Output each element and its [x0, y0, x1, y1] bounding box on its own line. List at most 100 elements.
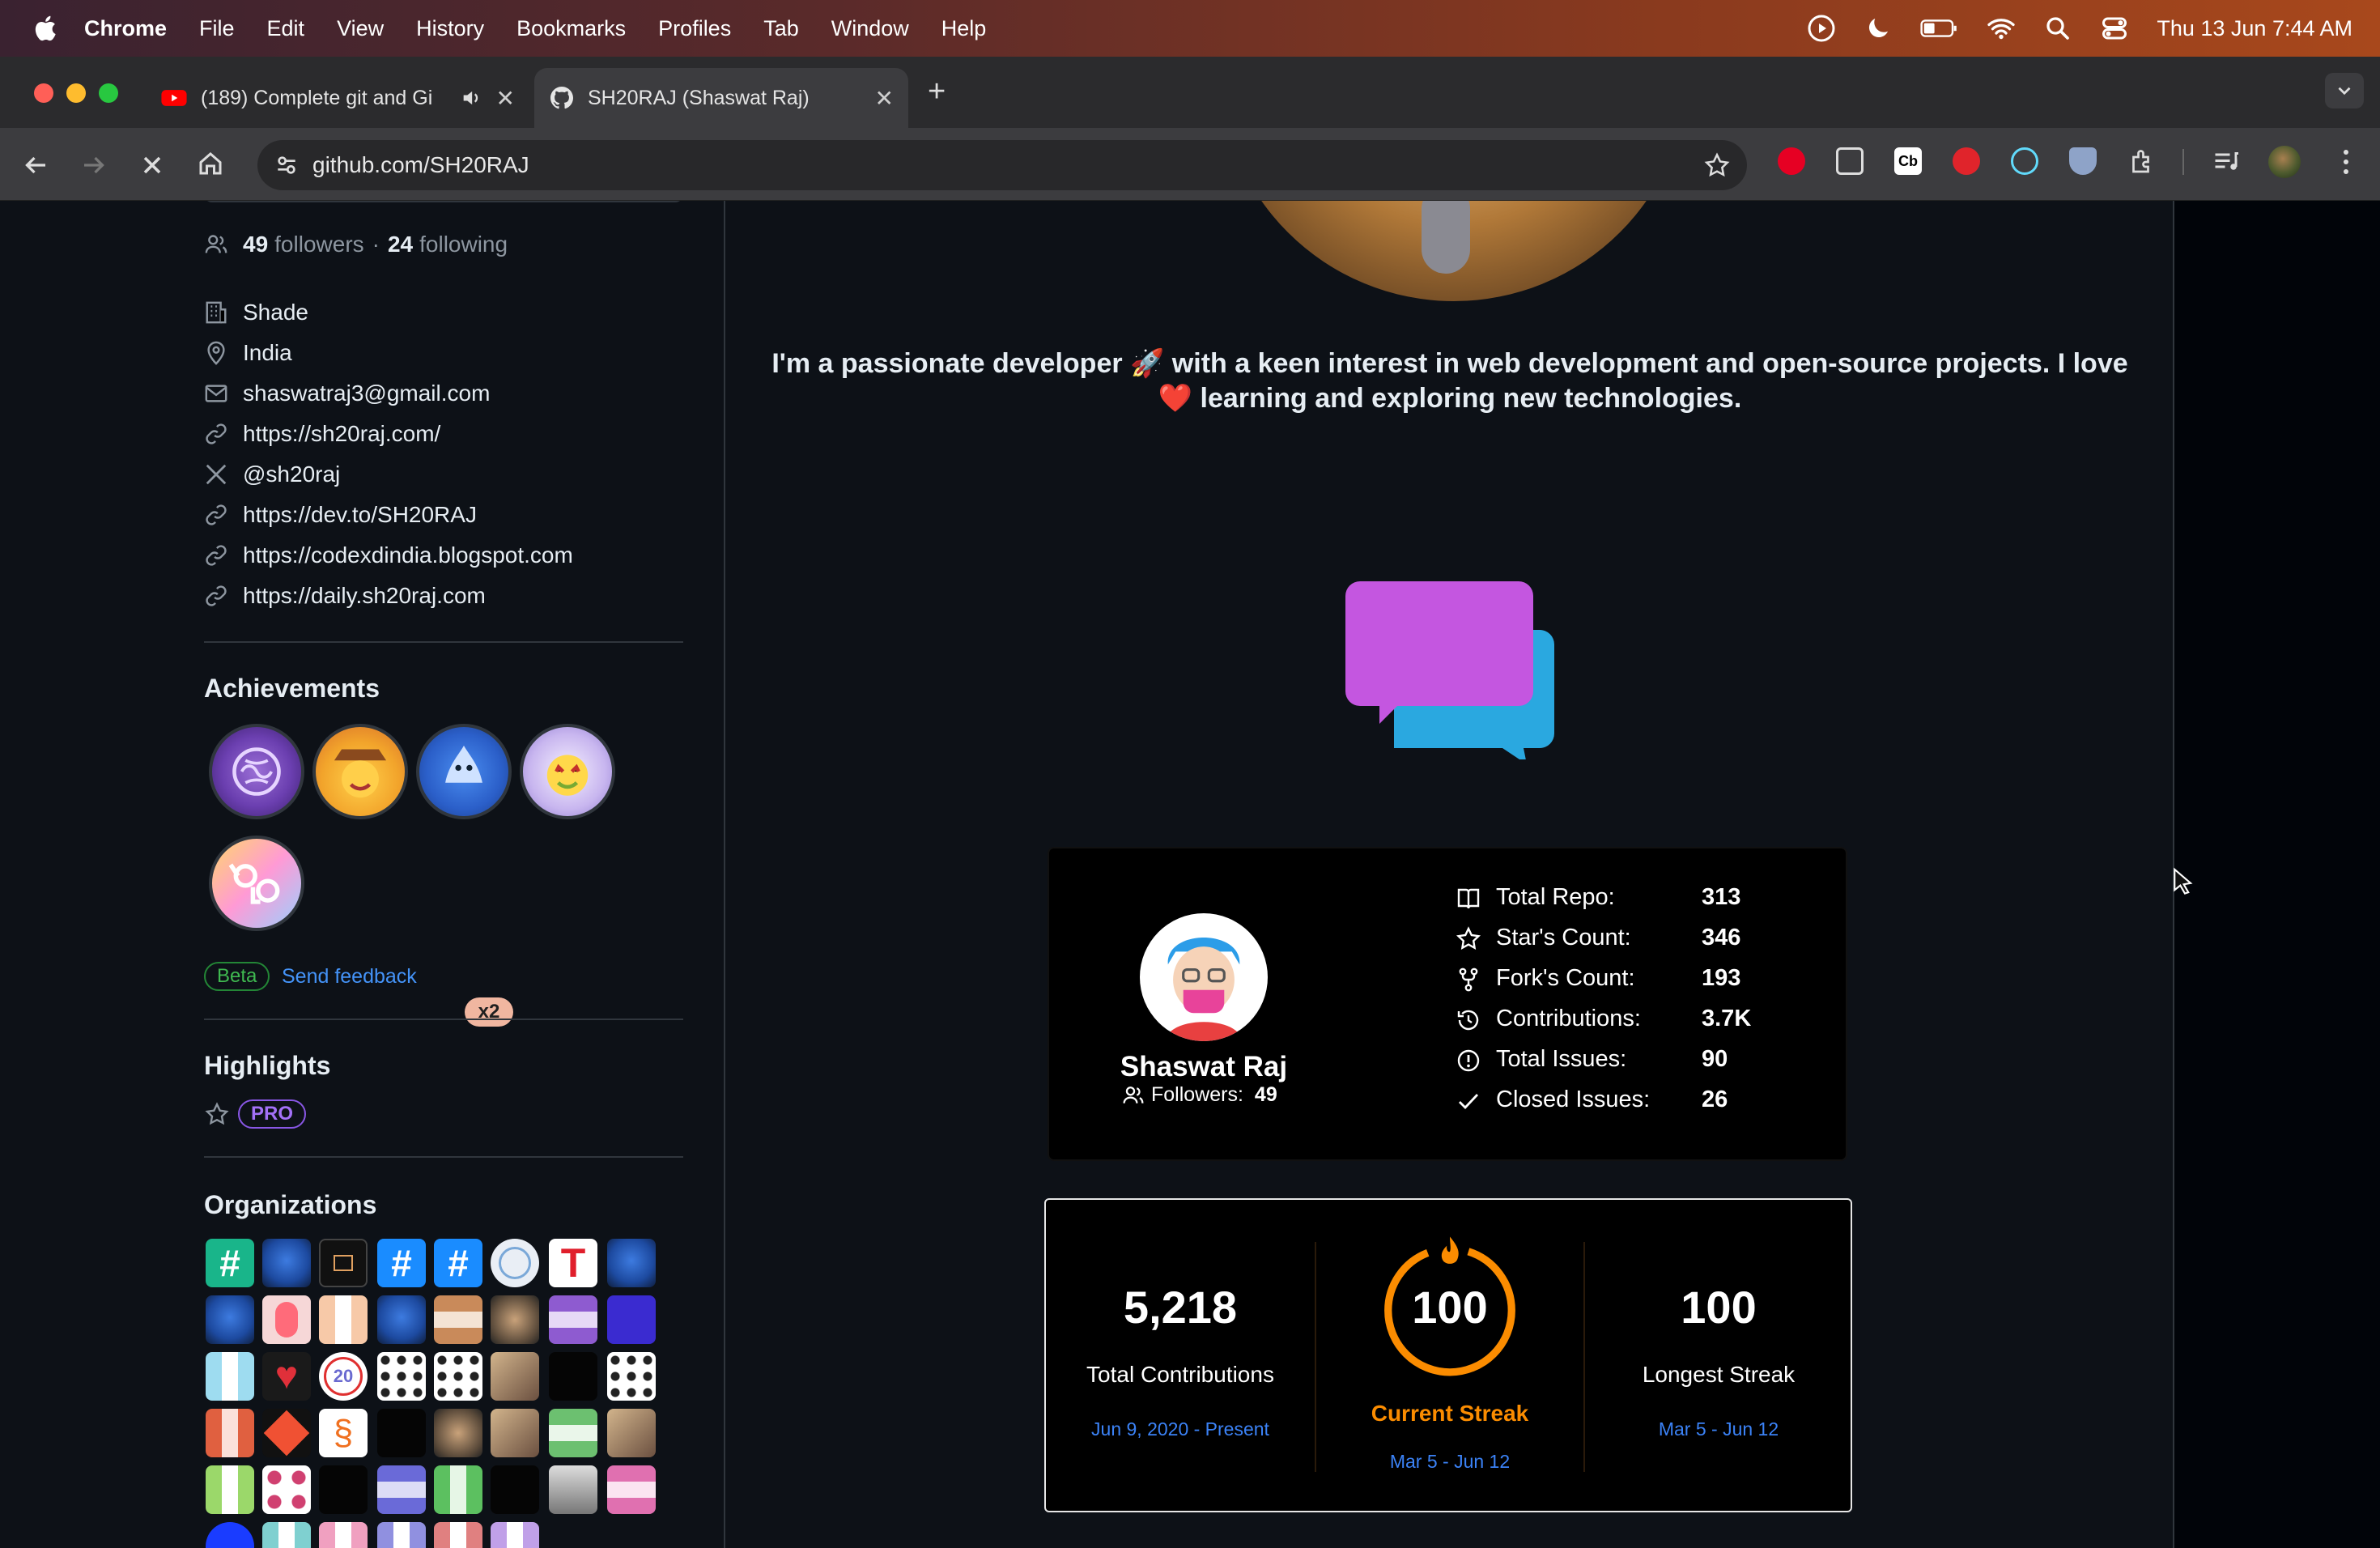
org-avatar-bird-4[interactable] [377, 1295, 426, 1344]
org-avatar-dots-2[interactable] [434, 1352, 482, 1401]
org-avatar-photo-4[interactable] [491, 1409, 539, 1457]
menu-app-name[interactable]: Chrome [84, 16, 167, 41]
send-feedback-link[interactable]: Send feedback [282, 965, 417, 989]
menu-edit[interactable]: Edit [267, 16, 305, 41]
menu-window[interactable]: Window [831, 16, 909, 41]
close-window-button[interactable] [34, 83, 53, 103]
extensions-puzzle-icon[interactable] [2127, 147, 2157, 176]
control-center-icon[interactable] [2100, 14, 2129, 43]
org-avatar-black-3[interactable] [319, 1465, 368, 1514]
tab-search-button[interactable] [2325, 73, 2364, 108]
social-link[interactable]: https://codexdindia.blogspot.com [243, 542, 573, 568]
org-avatar-identicon-rose[interactable] [319, 1522, 368, 1548]
org-avatar-identicon-green[interactable] [549, 1409, 597, 1457]
followers-link[interactable]: 49 followers [243, 232, 364, 257]
org-avatar-bird-3[interactable] [206, 1295, 254, 1344]
moon-icon[interactable] [1864, 14, 1893, 43]
org-avatar-terminal[interactable] [319, 1239, 368, 1287]
org-avatar-identicon-blue[interactable] [377, 1465, 426, 1514]
close-tab-icon[interactable]: ✕ [875, 85, 894, 112]
org-avatar-dots-3[interactable] [607, 1352, 656, 1401]
achievement-badge-starstruck[interactable] [520, 724, 615, 819]
org-avatar-hash-blue[interactable]: # [377, 1239, 426, 1287]
address-bar[interactable]: github.com/SH20RAJ [257, 140, 1747, 190]
twitter-link[interactable]: @sh20raj [243, 461, 340, 487]
org-avatar-dots[interactable] [377, 1352, 426, 1401]
org-avatar-identicon-pink[interactable] [262, 1465, 311, 1514]
org-avatar-dark-brand[interactable] [607, 1295, 656, 1344]
back-icon[interactable] [21, 151, 50, 180]
org-avatar-identicon-peach[interactable] [319, 1295, 368, 1344]
org-avatar-pill[interactable] [262, 1295, 311, 1344]
picture-in-picture-extension-icon[interactable] [1836, 147, 1864, 175]
org-avatar-identicon-red[interactable] [206, 1409, 254, 1457]
spotlight-search-icon[interactable] [2043, 14, 2072, 43]
org-avatar-play[interactable] [491, 1239, 539, 1287]
org-avatar-flame[interactable]: § [319, 1409, 368, 1457]
media-controls-icon[interactable] [2212, 147, 2241, 176]
social-link[interactable]: https://daily.sh20raj.com [243, 583, 486, 609]
new-tab-button[interactable]: + [928, 74, 946, 109]
speaker-icon[interactable] [460, 87, 482, 109]
org-avatar-photo[interactable] [491, 1295, 539, 1344]
close-tab-icon[interactable]: ✕ [496, 85, 515, 112]
menu-bookmarks[interactable]: Bookmarks [516, 16, 626, 41]
org-avatar-identicon-indigo[interactable] [377, 1522, 426, 1548]
org-avatar-hash-blue-2[interactable]: # [434, 1239, 482, 1287]
stop-loading-icon[interactable] [138, 151, 167, 180]
play-status-icon[interactable] [1807, 14, 1836, 43]
wifi-icon[interactable] [1987, 14, 2016, 43]
apple-logo-icon[interactable] [32, 14, 62, 43]
tab-youtube[interactable]: (189) Complete git and Gi ✕ [149, 68, 529, 128]
bookmark-star-icon[interactable] [1703, 151, 1731, 179]
org-avatar-identicon-lime[interactable] [206, 1465, 254, 1514]
shield-extension-icon[interactable] [2069, 147, 2097, 175]
org-avatar-identicon-red-2[interactable] [434, 1522, 482, 1548]
org-avatar-bird[interactable] [262, 1239, 311, 1287]
org-avatar-black-4[interactable] [491, 1465, 539, 1514]
react-devtools-icon[interactable] [2011, 147, 2038, 175]
following-link[interactable]: 24 following [388, 232, 508, 257]
menu-help[interactable]: Help [941, 16, 987, 41]
achievement-badge-galaxy-brain[interactable] [209, 724, 304, 819]
org-avatar-identicon-violet[interactable] [491, 1522, 539, 1548]
org-avatar-identicon-magenta[interactable] [607, 1465, 656, 1514]
profile-avatar[interactable] [2268, 146, 2301, 178]
org-avatar-black[interactable] [549, 1352, 597, 1401]
org-avatar-identicon-teal[interactable] [262, 1522, 311, 1548]
org-avatar-photo-5[interactable] [607, 1409, 656, 1457]
menu-file[interactable]: File [199, 16, 235, 41]
stop-hand-extension-icon[interactable] [1953, 147, 1980, 175]
menubar-clock[interactable]: Thu 13 Jun 7:44 AM [2157, 16, 2352, 41]
pinterest-extension-icon[interactable] [1778, 147, 1805, 175]
tab-github[interactable]: SH20RAJ (Shaswat Raj) ✕ [534, 68, 908, 128]
org-avatar-identicon-green-2[interactable] [434, 1465, 482, 1514]
email-link[interactable]: shaswatraj3@gmail.com [243, 381, 490, 406]
org-avatar-identicon-cyan[interactable] [206, 1352, 254, 1401]
menu-view[interactable]: View [337, 16, 384, 41]
home-icon[interactable] [196, 149, 225, 178]
minimize-window-button[interactable] [66, 83, 86, 103]
social-link[interactable]: https://dev.to/SH20RAJ [243, 502, 477, 528]
menu-profiles[interactable]: Profiles [658, 16, 731, 41]
menu-history[interactable]: History [416, 16, 484, 41]
site-info-icon[interactable] [274, 152, 300, 178]
org-avatar-person[interactable] [549, 1465, 597, 1514]
org-avatar-identicon-purple[interactable] [549, 1295, 597, 1344]
chrome-menu-button[interactable] [2338, 147, 2354, 176]
org-avatar-t-logo[interactable]: T [549, 1239, 597, 1287]
org-avatar-20[interactable]: 20 [319, 1352, 368, 1401]
menu-tab[interactable]: Tab [763, 16, 799, 41]
zoom-window-button[interactable] [99, 83, 118, 103]
achievement-badge-pull-shark-cowboy[interactable] [312, 724, 408, 819]
org-avatar-hash-green[interactable]: # [206, 1239, 254, 1287]
website-link[interactable]: https://sh20raj.com/ [243, 421, 440, 447]
forward-icon[interactable] [79, 151, 108, 180]
org-avatar-blue-circle[interactable] [206, 1522, 254, 1548]
org-avatar-heart[interactable]: ♥ [262, 1352, 311, 1401]
org-avatar-git-logo[interactable] [262, 1409, 311, 1457]
org-avatar-bird-2[interactable] [607, 1239, 656, 1287]
org-avatar-identicon-brown[interactable] [434, 1295, 482, 1344]
achievement-badge-pull-shark[interactable] [416, 724, 512, 819]
edit-profile-button-edge[interactable] [204, 201, 683, 202]
